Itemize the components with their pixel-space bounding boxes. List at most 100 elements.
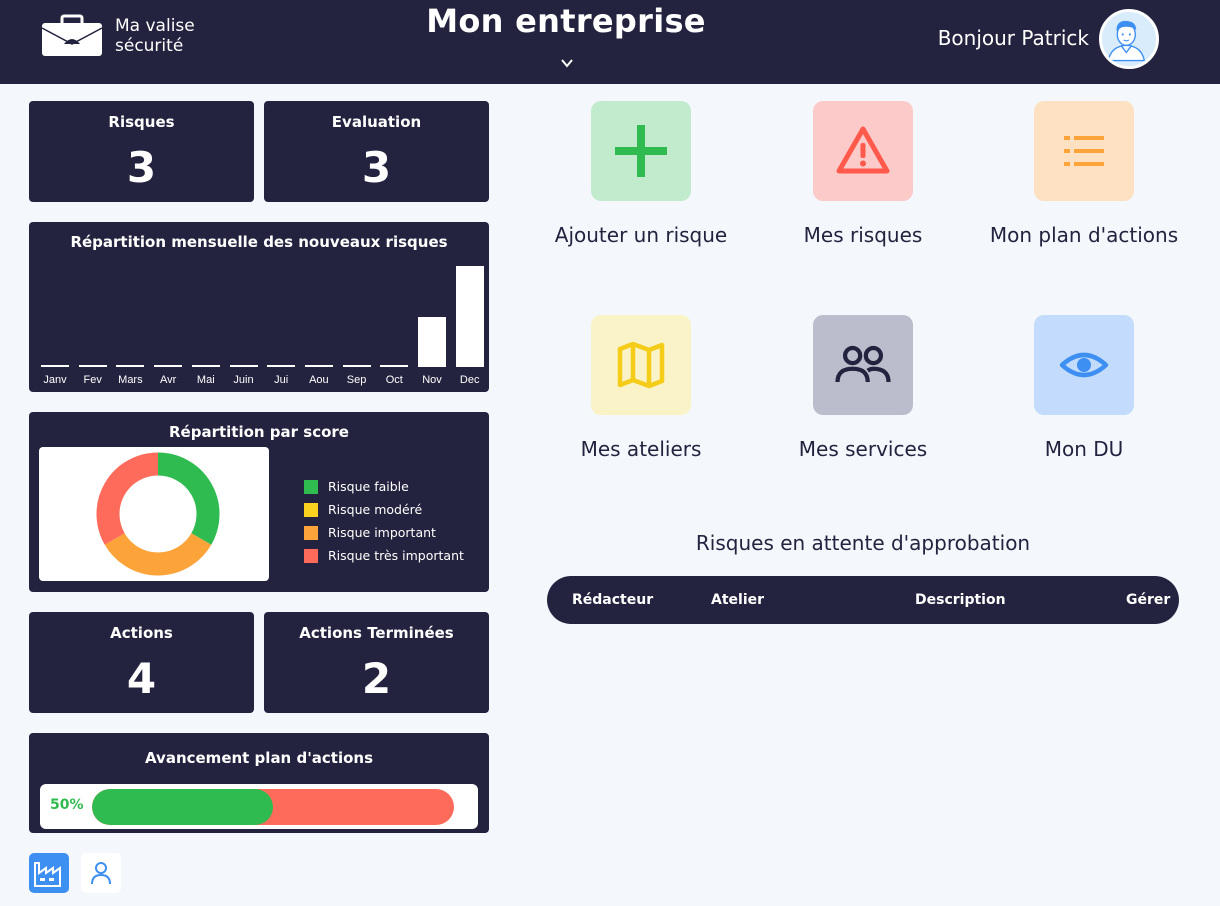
legend-label-very-important: Risque très important	[328, 548, 464, 563]
my-risks-tile-box[interactable]	[813, 101, 913, 201]
bars-area: Janv Fev Mars Avr Mai Juin Jui Aou Sep Oct Nov Dec	[37, 260, 485, 386]
actions-done-card[interactable]: Actions Terminées 2	[264, 612, 489, 713]
action-plan-tile[interactable]: Mon plan d'actions	[984, 101, 1184, 261]
actions-count-label: Actions	[110, 624, 173, 642]
actions-done-label: Actions Terminées	[299, 624, 454, 642]
warning-icon	[836, 126, 890, 174]
chevron-down-icon[interactable]	[559, 56, 575, 70]
bar-column-2: Mars	[112, 260, 148, 386]
bar-column-10: Nov	[414, 260, 450, 386]
user-icon	[91, 862, 111, 885]
progress-percent: 50%	[50, 797, 84, 813]
briefcase-logo-icon	[41, 14, 103, 56]
bar-column-5: Juin	[226, 260, 262, 386]
donut-slice-0	[157, 452, 220, 545]
legend-item-very-important: Risque très important	[304, 544, 464, 567]
score-distribution-chart: Répartition par score Risque faible Risq…	[29, 412, 489, 592]
pending-table-header: Rédacteur Atelier Description Gérer	[547, 576, 1179, 624]
greeting: Bonjour Patrick	[937, 26, 1089, 50]
progress-container: 50%	[40, 784, 478, 829]
avatar[interactable]	[1099, 9, 1159, 69]
bar-column-0: Janv	[37, 260, 73, 386]
bar-Fev	[78, 365, 107, 367]
brand[interactable]: Ma valise sécurité	[40, 14, 225, 58]
user-avatar-icon	[1102, 12, 1151, 62]
my-risks-tile[interactable]: Mes risques	[763, 101, 963, 261]
risks-count-label: Risques	[108, 113, 175, 131]
bar-column-11: Dec	[452, 260, 488, 386]
bar-Oct	[380, 365, 409, 367]
eye-icon	[1059, 352, 1109, 378]
page-title[interactable]: Mon entreprise	[390, 2, 742, 40]
bar-Janv	[41, 365, 69, 367]
legend-swatch-low	[304, 479, 318, 494]
bar-Jui	[267, 365, 296, 367]
column-manage[interactable]: Gérer	[1126, 592, 1170, 608]
evaluation-count-value: 3	[361, 143, 392, 192]
column-author[interactable]: Rédacteur	[572, 592, 653, 608]
bar-Dec	[455, 266, 484, 367]
pending-title: Risques en attente d'approbation	[695, 531, 1031, 555]
legend-swatch-important	[304, 525, 318, 540]
legend-item-moderate: Risque modéré	[304, 498, 464, 521]
add-risk-label[interactable]: Ajouter un risque	[511, 223, 771, 247]
column-description[interactable]: Description	[915, 592, 1006, 608]
legend-swatch-moderate	[304, 502, 318, 517]
progress-track	[92, 789, 454, 825]
workshops-tile-box[interactable]	[591, 315, 691, 415]
donut-slice-2	[104, 532, 212, 576]
donut-container	[39, 447, 269, 581]
top-bar: Ma valise sécurité Mon entreprise Bonjou…	[0, 0, 1220, 84]
factory-button[interactable]	[29, 853, 69, 893]
user-button[interactable]	[81, 853, 121, 893]
score-chart-title: Répartition par score	[169, 423, 349, 441]
score-legend: Risque faible Risque modéré Risque impor…	[304, 475, 464, 567]
month-label-Dec: Dec	[459, 374, 480, 386]
legend-item-low: Risque faible	[304, 475, 464, 498]
evaluation-count-card[interactable]: Evaluation 3	[264, 101, 489, 202]
donut-slice-3	[96, 452, 159, 545]
plus-icon	[615, 125, 667, 177]
bar-Mars	[116, 365, 145, 367]
actions-done-value: 2	[361, 654, 392, 703]
actions-count-value: 4	[126, 654, 157, 703]
du-tile-box[interactable]	[1034, 315, 1134, 415]
services-tile[interactable]: Mes services	[763, 315, 963, 475]
du-label[interactable]: Mon DU	[954, 437, 1214, 461]
bar-Nov	[418, 316, 446, 367]
brand-name: Ma valise sécurité	[115, 16, 195, 56]
bar-column-1: Fev	[75, 260, 111, 386]
evaluation-count-label: Evaluation	[331, 113, 422, 131]
bar-column-8: Sep	[339, 260, 375, 386]
monthly-chart-title: Répartition mensuelle des nouveaux risqu…	[70, 233, 448, 251]
list-icon	[1064, 136, 1104, 166]
monthly-risks-chart: Répartition mensuelle des nouveaux risqu…	[29, 222, 489, 392]
bar-column-3: Avr	[150, 260, 186, 386]
add-risk-tile[interactable]: Ajouter un risque	[541, 101, 741, 261]
workshops-label[interactable]: Mes ateliers	[511, 437, 771, 461]
bar-Mai	[191, 365, 220, 367]
bar-column-4: Mai	[188, 260, 224, 386]
bar-column-9: Oct	[376, 260, 412, 386]
donut-chart	[96, 452, 220, 576]
bar-Juin	[229, 365, 258, 367]
legend-label-important: Risque important	[328, 525, 436, 540]
action-plan-tile-box[interactable]	[1034, 101, 1134, 201]
risks-count-value: 3	[126, 143, 157, 192]
services-tile-box[interactable]	[813, 315, 913, 415]
add-risk-tile-box[interactable]	[591, 101, 691, 201]
action-plan-progress: Avancement plan d'actions 50%	[29, 733, 489, 833]
actions-count-card[interactable]: Actions 4	[29, 612, 254, 713]
du-tile[interactable]: Mon DU	[984, 315, 1184, 475]
progress-fill	[92, 789, 273, 825]
legend-item-important: Risque important	[304, 521, 464, 544]
workshops-tile[interactable]: Mes ateliers	[541, 315, 741, 475]
action-plan-label[interactable]: Mon plan d'actions	[954, 223, 1214, 247]
users-icon	[835, 345, 891, 383]
bar-Sep	[342, 365, 371, 367]
risks-count-card[interactable]: Risques 3	[29, 101, 254, 202]
legend-label-low: Risque faible	[328, 479, 409, 494]
bar-column-7: Aou	[301, 260, 337, 386]
legend-label-moderate: Risque modéré	[328, 502, 423, 517]
column-workshop[interactable]: Atelier	[711, 592, 764, 608]
